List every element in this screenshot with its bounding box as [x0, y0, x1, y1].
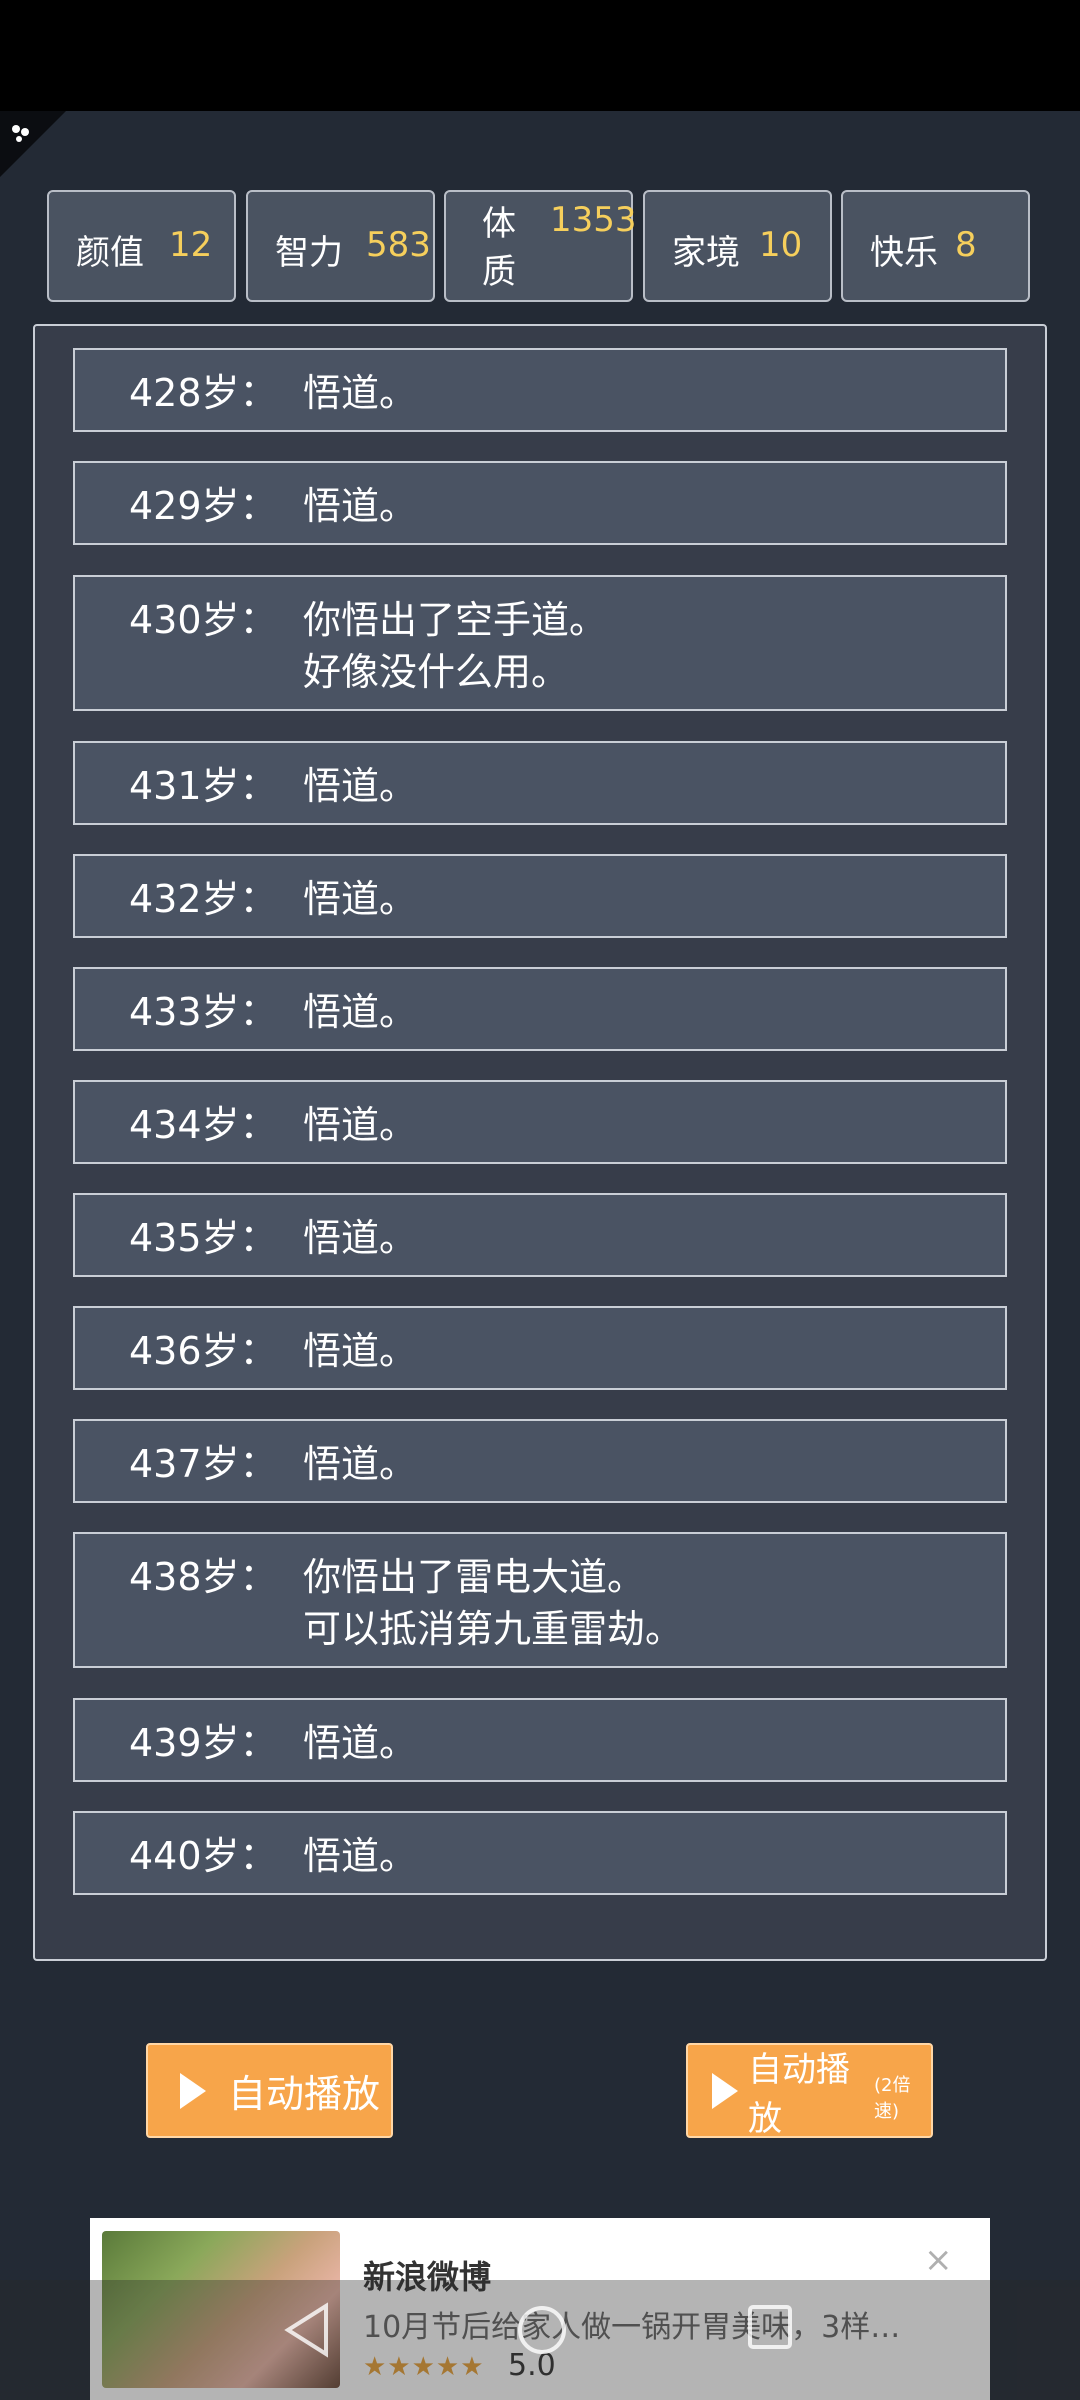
log-text: 悟道。 [303, 764, 418, 808]
log-text: 悟道。 [303, 1216, 418, 1260]
log-entry: 438岁： 你悟出了雷电大道。 可以抵消第九重雷劫。 [73, 1532, 1007, 1668]
log-age: 431岁： [129, 764, 278, 808]
log-text: 悟道。 [303, 1442, 418, 1486]
log-text: 悟道。 [303, 1329, 418, 1373]
stat-physique: 体质 1353 [444, 190, 637, 302]
stat-happiness: 快乐 8 [841, 190, 1030, 302]
settings-corner-icon [12, 125, 29, 142]
log-text: 你悟出了空手道。 [303, 598, 608, 642]
stat-value: 12 [169, 225, 213, 265]
log-text: 悟道。 [303, 990, 418, 1034]
close-icon[interactable]: × [924, 2240, 953, 2280]
stat-value: 1353 [550, 200, 637, 240]
log-age: 433岁： [129, 990, 278, 1034]
stat-value: 8 [955, 225, 977, 265]
stat-value: 10 [759, 225, 803, 265]
log-text: 悟道。 [303, 1834, 418, 1878]
play-icon [180, 2072, 206, 2109]
auto-play-fast-label: 自动播放 [748, 2049, 850, 2139]
stat-intelligence: 智力 583 [246, 190, 435, 302]
log-age: 435岁： [129, 1216, 278, 1260]
log-entry: 430岁： 你悟出了空手道。 好像没什么用。 [73, 575, 1007, 711]
play-icon [712, 2072, 738, 2109]
home-nav-icon[interactable] [514, 2302, 570, 2358]
life-log-panel[interactable]: 428岁： 悟道。 429岁： 悟道。 430岁： 你悟出了空手道。 好像没什么… [33, 324, 1047, 1961]
log-entry: 428岁： 悟道。 [73, 348, 1007, 432]
log-text: 你悟出了雷电大道。 [303, 1555, 646, 1599]
stat-value: 583 [366, 225, 431, 265]
log-text-line2: 可以抵消第九重雷劫。 [303, 1607, 684, 1651]
log-text: 悟道。 [303, 371, 418, 415]
log-entry: 439岁： 悟道。 [73, 1698, 1007, 1782]
log-text: 悟道。 [303, 1103, 418, 1147]
log-age: 428岁： [129, 371, 278, 415]
log-entry: 436岁： 悟道。 [73, 1306, 1007, 1390]
auto-play-speed-label: (2倍速) [874, 2074, 911, 2122]
log-entry: 432岁： 悟道。 [73, 854, 1007, 938]
log-age: 439岁： [129, 1721, 278, 1765]
stat-label: 体质 [482, 204, 516, 292]
stat-appearance: 颜值 12 [47, 190, 236, 302]
auto-play-label: 自动播放 [228, 2072, 381, 2116]
log-text: 悟道。 [303, 1721, 418, 1765]
log-age: 434岁： [129, 1103, 278, 1147]
recents-nav-icon[interactable] [745, 2302, 795, 2352]
log-age: 437岁： [129, 1442, 278, 1486]
stat-family: 家境 10 [643, 190, 832, 302]
log-entry: 433岁： 悟道。 [73, 967, 1007, 1051]
log-age: 429岁： [129, 484, 278, 528]
log-entry: 434岁： 悟道。 [73, 1080, 1007, 1164]
log-entry: 429岁： 悟道。 [73, 461, 1007, 545]
log-entry: 431岁： 悟道。 [73, 741, 1007, 825]
corner-menu[interactable] [0, 111, 66, 177]
log-entry: 440岁： 悟道。 [73, 1811, 1007, 1895]
log-age: 440岁： [129, 1834, 278, 1878]
log-text: 悟道。 [303, 484, 418, 528]
stat-label: 家境 [672, 233, 740, 273]
stat-label: 颜值 [76, 233, 144, 273]
log-age: 438岁： [129, 1555, 278, 1599]
auto-play-button[interactable]: 自动播放 [146, 2043, 393, 2138]
log-age: 436岁： [129, 1329, 278, 1373]
log-entry: 435岁： 悟道。 [73, 1193, 1007, 1277]
stat-label: 快乐 [870, 233, 938, 273]
status-bar [0, 0, 1080, 111]
back-nav-icon[interactable] [282, 2302, 332, 2358]
log-entry: 437岁： 悟道。 [73, 1419, 1007, 1503]
stat-label: 智力 [275, 233, 343, 273]
log-age: 430岁： [129, 598, 278, 642]
log-age: 432岁： [129, 877, 278, 921]
log-text: 悟道。 [303, 877, 418, 921]
auto-play-fast-button[interactable]: 自动播放 (2倍速) [686, 2043, 933, 2139]
log-text-line2: 好像没什么用。 [303, 650, 570, 694]
